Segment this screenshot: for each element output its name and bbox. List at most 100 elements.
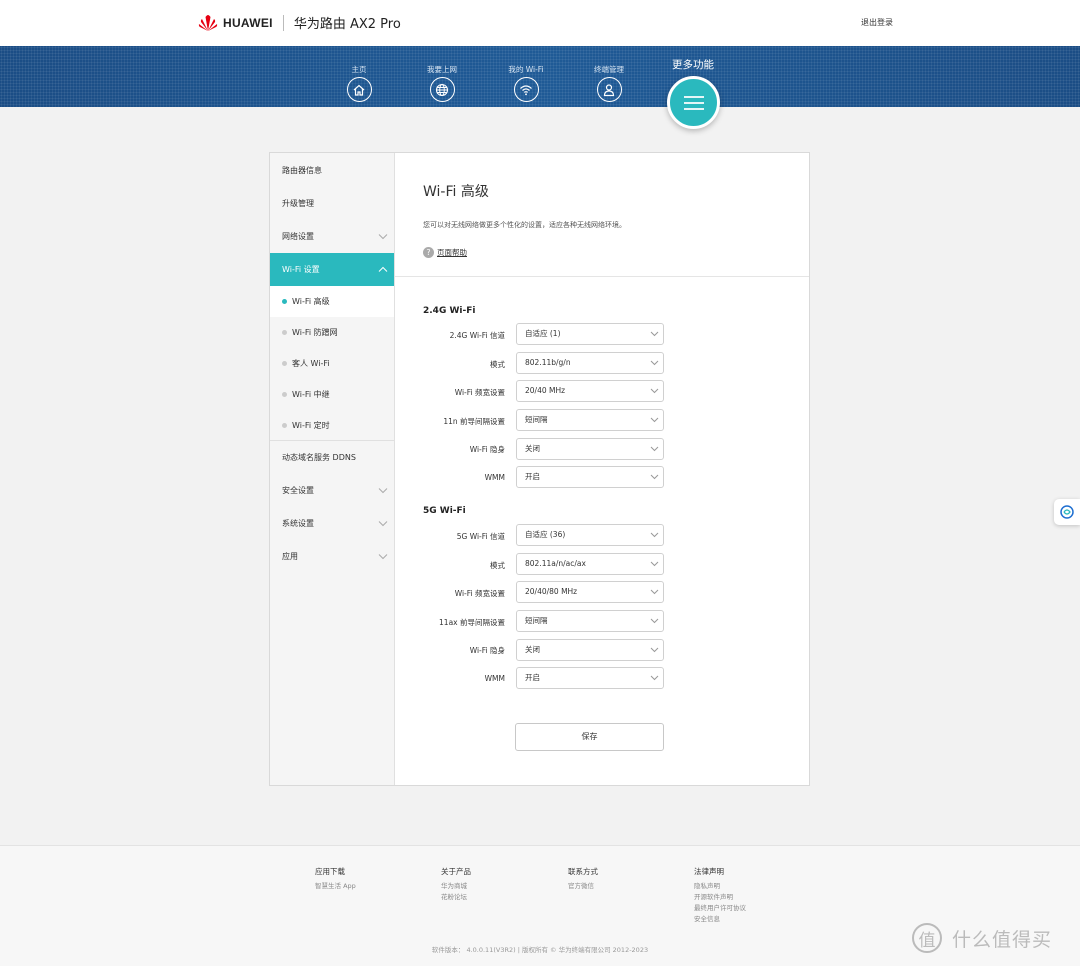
select-value: 开启 <box>525 673 540 682</box>
sidebar-subitem-label: 客人 Wi-Fi <box>292 359 330 368</box>
footer-link[interactable]: 花粉论坛 <box>441 892 471 903</box>
sidebar-subitem-label: Wi-Fi 防蹭网 <box>292 328 338 337</box>
chevron-down-icon <box>650 618 659 624</box>
more-functions-button[interactable] <box>667 76 720 129</box>
nav-item-devices[interactable]: 终端管理 <box>579 64 639 102</box>
footer-link[interactable]: 官方微信 <box>568 881 598 892</box>
chevron-down-icon <box>650 417 659 423</box>
guard-interval-5g-select[interactable]: 短间隔 <box>516 610 664 632</box>
sidebar-item-label: 动态域名服务 DDNS <box>282 453 356 462</box>
wmm-2g-select[interactable]: 开启 <box>516 466 664 488</box>
help-icon: ? <box>423 247 434 258</box>
huawei-logo[interactable]: HUAWEI 华为路由 AX2 Pro <box>197 13 401 32</box>
footer-column-title: 联系方式 <box>568 867 598 876</box>
chevron-down-icon <box>650 331 659 337</box>
field-label: Wi-Fi 隐身 <box>469 445 505 454</box>
footer-link[interactable]: 华为商城 <box>441 881 471 892</box>
chevron-down-icon <box>650 388 659 394</box>
section-title-2g: 2.4G Wi-Fi <box>423 306 476 316</box>
sidebar-item-label: 路由器信息 <box>282 166 322 175</box>
sidebar-item-router-info[interactable]: 路由器信息 <box>270 154 394 187</box>
nav-item-label: 我要上网 <box>427 65 457 74</box>
sidebar-item-label: 安全设置 <box>282 486 314 495</box>
select-value: 20/40/80 MHz <box>525 587 578 596</box>
nav-item-home[interactable]: 主页 <box>329 64 389 102</box>
logo-divider <box>282 14 284 31</box>
sidebar-item-wifi-settings[interactable]: Wi-Fi 设置 <box>270 253 394 286</box>
bandwidth-2g-select[interactable]: 20/40 MHz <box>516 380 664 402</box>
channel-5g-select[interactable]: 自适应 (36) <box>516 524 664 546</box>
nav-item-label: 我的 Wi-Fi <box>508 65 544 74</box>
page-title: Wi-Fi 高级 <box>423 184 489 200</box>
bullet-dot <box>282 361 287 366</box>
section-title-5g: 5G Wi-Fi <box>423 506 466 516</box>
sidebar-subitem-label: Wi-Fi 定时 <box>292 421 330 430</box>
huawei-flower-icon <box>198 14 218 31</box>
save-button[interactable]: 保存 <box>515 723 664 751</box>
field-label: 模式 <box>490 360 505 369</box>
nav-item-label: 主页 <box>351 65 367 74</box>
brand-name: HUAWEI <box>223 15 273 30</box>
wmm-5g-select[interactable]: 开启 <box>516 667 664 689</box>
bullet-dot <box>282 330 287 335</box>
field-label: 11ax 前导间隔设置 <box>439 618 505 627</box>
sidebar-item-label: 升级管理 <box>282 199 314 208</box>
logout-link[interactable]: 退出登录 <box>861 17 893 28</box>
select-value: 短间隔 <box>525 415 548 424</box>
bandwidth-5g-select[interactable]: 20/40/80 MHz <box>516 581 664 603</box>
floating-assistant-button[interactable] <box>1054 499 1080 525</box>
page-description: 您可以对无线网络做更多个性化的设置，适应各种无线网络环境。 <box>423 221 626 229</box>
page-help-link[interactable]: ? 页面帮助 <box>423 247 467 258</box>
footer-link[interactable]: 智慧生活 App <box>315 881 356 892</box>
footer-column-contact: 联系方式 官方微信 <box>568 866 598 892</box>
footer-column-title: 应用下载 <box>315 867 345 876</box>
select-value: 20/40 MHz <box>525 386 566 395</box>
watermark-text: 什么值得买 <box>952 928 1053 951</box>
field-label: 5G Wi-Fi 信道 <box>456 532 505 541</box>
chevron-down-icon <box>650 532 659 538</box>
guard-interval-2g-select[interactable]: 短间隔 <box>516 409 664 431</box>
mode-2g-select[interactable]: 802.11b/g/n <box>516 352 664 374</box>
sidebar-item-upgrade[interactable]: 升级管理 <box>270 187 394 220</box>
field-label: 模式 <box>490 561 505 570</box>
chevron-down-icon <box>378 488 388 494</box>
chevron-down-icon <box>650 675 659 681</box>
footer-column-app: 应用下载 智慧生活 App <box>315 866 356 892</box>
globe-icon <box>429 77 455 102</box>
field-label: WMM <box>484 473 505 482</box>
watermark: 值 什么值得买 <box>912 923 1052 953</box>
hidden-2g-select[interactable]: 关闭 <box>516 438 664 460</box>
footer-column-product: 关于产品 华为商城 花粉论坛 <box>441 866 471 903</box>
field-label: Wi-Fi 频宽设置 <box>454 388 505 397</box>
chevron-down-icon <box>378 234 388 240</box>
field-label: WMM <box>484 674 505 683</box>
sidebar-item-label: Wi-Fi 设置 <box>282 265 320 274</box>
nav-item-internet[interactable]: 我要上网 <box>412 64 472 102</box>
chevron-down-icon <box>650 561 659 567</box>
chevron-down-icon <box>650 589 659 595</box>
bullet-dot <box>282 299 287 304</box>
select-value: 关闭 <box>525 444 540 453</box>
footer-link[interactable]: 最终用户许可协议 <box>694 903 746 914</box>
sidebar-item-label: 应用 <box>282 552 298 561</box>
sidebar-subitem-wifi-advanced[interactable]: Wi-Fi 高级 <box>270 286 394 317</box>
footer-link[interactable]: 开源软件声明 <box>694 892 746 903</box>
sidebar-subitem-label: Wi-Fi 高级 <box>292 297 330 306</box>
select-value: 开启 <box>525 472 540 481</box>
home-icon <box>346 77 372 102</box>
footer-link[interactable]: 安全信息 <box>694 914 746 925</box>
sidebar-item-network-settings[interactable]: 网络设置 <box>270 220 394 253</box>
bullet-dot <box>282 392 287 397</box>
chevron-down-icon <box>650 446 659 452</box>
footer-link[interactable]: 隐私声明 <box>694 881 746 892</box>
bullet-dot <box>282 423 287 428</box>
footer-column-title: 关于产品 <box>441 867 471 876</box>
footer-column-title: 法律声明 <box>694 867 724 876</box>
hidden-5g-select[interactable]: 关闭 <box>516 639 664 661</box>
field-label: 11n 前导间隔设置 <box>443 417 505 426</box>
channel-2g-select[interactable]: 自适应 (1) <box>516 323 664 345</box>
mode-5g-select[interactable]: 802.11a/n/ac/ax <box>516 553 664 575</box>
select-value: 802.11b/g/n <box>525 358 571 367</box>
nav-item-my-wifi[interactable]: 我的 Wi-Fi <box>496 64 556 102</box>
wifi-icon <box>513 77 539 102</box>
